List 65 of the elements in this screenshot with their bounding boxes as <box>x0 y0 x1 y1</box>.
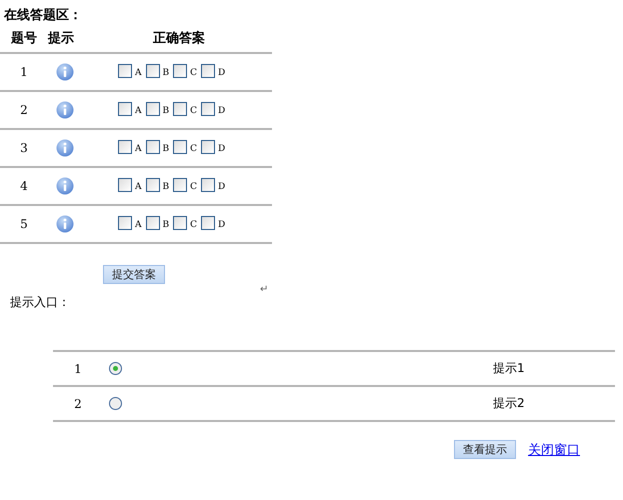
checkbox[interactable] <box>146 64 160 78</box>
checkbox[interactable] <box>201 140 216 154</box>
checkbox[interactable] <box>146 178 160 192</box>
option-label: C <box>190 220 198 230</box>
option-label: A <box>135 68 142 78</box>
hint-label: 提示1 <box>493 361 525 375</box>
view-hint-button[interactable]: 查看提示 <box>454 440 516 459</box>
paragraph-mark: ↵ <box>260 284 268 295</box>
option-label: B <box>162 144 170 154</box>
question-number: 2 <box>20 103 28 117</box>
column-header: 正确答案 <box>86 24 272 53</box>
question-number: 3 <box>20 141 28 155</box>
question-number: 5 <box>20 217 28 231</box>
option-label: D <box>218 68 226 78</box>
checkbox[interactable] <box>173 178 188 192</box>
info-icon[interactable] <box>56 101 74 119</box>
radio-button[interactable] <box>109 397 122 410</box>
info-icon[interactable] <box>56 215 74 233</box>
info-icon[interactable] <box>56 63 74 81</box>
option-label: B <box>162 182 170 192</box>
hint-number: 2 <box>74 396 82 410</box>
checkbox[interactable] <box>118 178 132 192</box>
submit-button[interactable]: 提交答案 <box>103 265 165 284</box>
checkbox[interactable] <box>118 216 132 230</box>
checkbox[interactable] <box>173 216 188 230</box>
option-label: D <box>218 220 226 230</box>
option-label: D <box>218 106 226 116</box>
column-header: 提示 <box>48 24 86 53</box>
checkbox[interactable] <box>146 102 160 116</box>
question-number: 1 <box>20 65 28 79</box>
info-icon[interactable] <box>56 177 74 195</box>
option-label: C <box>190 182 198 192</box>
hint-number: 1 <box>74 362 82 376</box>
checkbox[interactable] <box>118 102 132 116</box>
option-label: B <box>162 106 170 116</box>
option-label: A <box>135 144 142 154</box>
checkbox[interactable] <box>146 140 160 154</box>
checkbox[interactable] <box>118 140 132 154</box>
option-label: C <box>190 144 198 154</box>
option-label: C <box>190 68 198 78</box>
option-label: A <box>135 182 142 192</box>
option-label: A <box>135 220 142 230</box>
close-window-link[interactable]: 关闭窗口 <box>528 440 580 458</box>
checkbox[interactable] <box>118 64 132 78</box>
info-icon[interactable] <box>56 139 74 157</box>
checkbox[interactable] <box>201 64 216 78</box>
option-label: D <box>218 182 226 192</box>
question-number: 4 <box>20 179 28 193</box>
option-label: D <box>218 144 226 154</box>
option-label: B <box>162 68 170 78</box>
checkbox[interactable] <box>173 102 188 116</box>
checkbox[interactable] <box>201 102 216 116</box>
option-label: B <box>162 220 170 230</box>
checkbox[interactable] <box>146 216 160 230</box>
checkbox[interactable] <box>201 216 216 230</box>
section-title: 在线答题区： <box>2 7 83 24</box>
option-label: A <box>135 106 142 116</box>
checkbox[interactable] <box>173 140 188 154</box>
checkbox[interactable] <box>201 178 216 192</box>
checkbox[interactable] <box>173 64 188 78</box>
column-header: 题号 <box>0 24 48 53</box>
radio-button[interactable] <box>109 362 122 375</box>
hint-label: 提示2 <box>493 396 525 410</box>
option-label: C <box>190 106 198 116</box>
hint-heading: 提示入口： <box>9 294 71 311</box>
